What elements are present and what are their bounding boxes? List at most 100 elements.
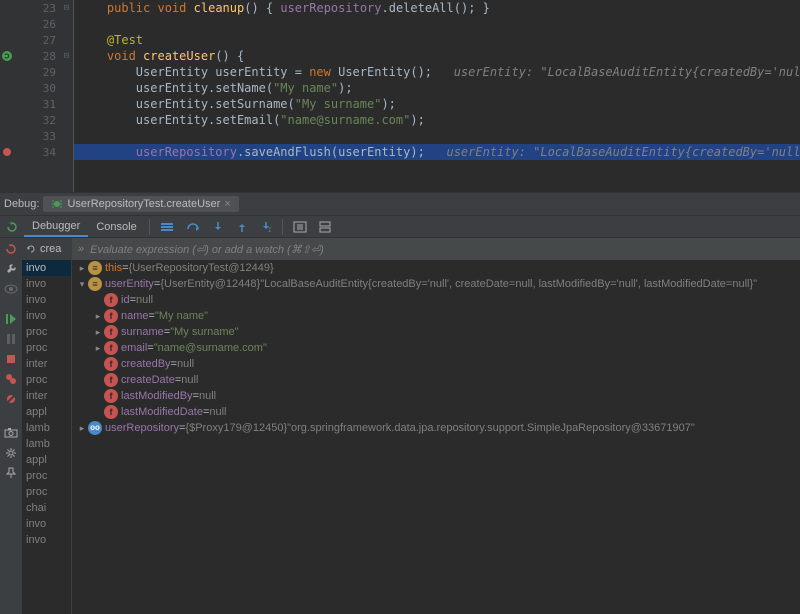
close-icon[interactable]: × (224, 198, 230, 210)
step-over-icon[interactable] (180, 219, 206, 235)
debug-label: Debug: (4, 198, 39, 210)
wrench-icon[interactable] (4, 262, 18, 276)
expand-arrow[interactable]: ▸ (92, 343, 104, 354)
expand-arrow[interactable]: ▸ (92, 311, 104, 322)
stack-frame[interactable]: invo (22, 276, 71, 292)
variable-row[interactable]: ▸oouserRepository = {$Proxy179@12450} "o… (72, 420, 800, 436)
gear-icon[interactable] (4, 446, 18, 460)
code-line[interactable]: public void cleanup() { userRepository.d… (74, 0, 800, 16)
code-line[interactable]: userRepository.saveAndFlush(userEntity);… (74, 144, 800, 160)
var-name: lastModifiedBy (121, 390, 193, 402)
pin-icon[interactable] (4, 466, 18, 480)
stack-frame[interactable]: proc (22, 372, 71, 388)
stack-frame[interactable]: proc (22, 324, 71, 340)
view-breakpoints-icon[interactable] (4, 372, 18, 386)
stack-frame[interactable]: invo (22, 308, 71, 324)
var-value: {UserEntity@12448} (160, 278, 260, 290)
variable-row[interactable]: fid = null (72, 292, 800, 308)
watch-input[interactable]: » Evaluate expression (⏎) or add a watch… (72, 238, 800, 260)
code-line[interactable]: userEntity.setName("My name"); (74, 80, 800, 96)
var-type-icon: f (104, 341, 118, 355)
code-line[interactable] (74, 128, 800, 144)
variable-row[interactable]: fcreateDate = null (72, 372, 800, 388)
separator (149, 219, 150, 235)
variable-row[interactable]: ▸fname = "My name" (72, 308, 800, 324)
variables-pane[interactable]: » Evaluate expression (⏎) or add a watch… (72, 238, 800, 614)
var-name: email (121, 342, 147, 354)
code-line[interactable]: @Test (74, 32, 800, 48)
rerun-icon[interactable] (0, 219, 24, 235)
gutter: 23262728293031323334 (0, 0, 60, 192)
var-type-icon: ≡ (88, 261, 102, 275)
pause-icon[interactable] (4, 332, 18, 346)
debug-session-tab[interactable]: UserRepositoryTest.createUser × (43, 196, 238, 212)
frames-pane[interactable]: crea invoinvoinvoinvoprocprocinterprocin… (22, 238, 72, 614)
rerun-failed-icon[interactable] (4, 242, 18, 256)
code-line[interactable]: UserEntity userEntity = new UserEntity()… (74, 64, 800, 80)
variable-row[interactable]: ▾≡userEntity = {UserEntity@12448} "Local… (72, 276, 800, 292)
var-type-icon: ≡ (88, 277, 102, 291)
var-value: null (199, 390, 216, 402)
variable-row[interactable]: fcreatedBy = null (72, 356, 800, 372)
variable-row[interactable]: ▸fsurname = "My surname" (72, 324, 800, 340)
restore-icon[interactable] (26, 244, 36, 254)
stack-frame[interactable]: inter (22, 356, 71, 372)
code-area[interactable]: public void cleanup() { userRepository.d… (74, 0, 800, 192)
bug-icon (51, 198, 63, 210)
stack-frame[interactable]: invo (22, 532, 71, 548)
stop-icon[interactable] (4, 352, 18, 366)
stack-frame[interactable]: appl (22, 452, 71, 468)
stack-frame[interactable]: lamb (22, 436, 71, 452)
stack-frame[interactable]: appl (22, 404, 71, 420)
resume-icon[interactable] (4, 312, 18, 326)
evaluate-icon[interactable] (287, 219, 313, 235)
var-name: createDate (121, 374, 175, 386)
var-name: this (105, 262, 122, 274)
code-line[interactable]: userEntity.setSurname("My surname"); (74, 96, 800, 112)
stack-frame[interactable]: proc (22, 484, 71, 500)
var-name: name (121, 310, 149, 322)
expand-arrow[interactable]: ▾ (76, 279, 88, 290)
code-line[interactable]: userEntity.setEmail("name@surname.com"); (74, 112, 800, 128)
code-editor[interactable]: 23262728293031323334 ⊟ ⊟ public void clea… (0, 0, 800, 192)
mute-breakpoints-icon[interactable] (4, 392, 18, 406)
camera-icon[interactable] (4, 426, 18, 440)
show-frames-icon[interactable] (154, 219, 180, 235)
var-name: surname (121, 326, 164, 338)
var-value: null (136, 294, 153, 306)
var-value: "My surname" (170, 326, 238, 338)
expand-arrow[interactable]: ▸ (76, 263, 88, 274)
expand-arrow[interactable]: ▸ (92, 327, 104, 338)
tab-debugger[interactable]: Debugger (24, 217, 88, 237)
code-line[interactable]: void createUser() { (74, 48, 800, 64)
stack-frame[interactable]: proc (22, 468, 71, 484)
var-name: createdBy (121, 358, 171, 370)
stack-frame[interactable]: invo (22, 260, 71, 276)
left-action-rail (0, 238, 22, 614)
more-icon[interactable] (313, 219, 337, 235)
frames-header[interactable]: crea (22, 238, 71, 260)
stack-frame[interactable]: proc (22, 340, 71, 356)
tab-console[interactable]: Console (88, 218, 144, 236)
fold-toggle[interactable]: ⊟ (64, 51, 69, 61)
stack-frame[interactable]: inter (22, 388, 71, 404)
expand-arrow[interactable]: ▸ (76, 423, 88, 434)
stack-frame[interactable]: invo (22, 292, 71, 308)
stack-frame[interactable]: chai (22, 500, 71, 516)
stack-frame[interactable]: invo (22, 516, 71, 532)
variable-row[interactable]: ▸femail = "name@surname.com" (72, 340, 800, 356)
var-type-icon: oo (88, 421, 102, 435)
step-into-icon[interactable] (206, 219, 230, 235)
stack-frame[interactable]: lamb (22, 420, 71, 436)
run-to-cursor-icon[interactable]: I (254, 219, 278, 235)
variable-row[interactable]: ▸≡this = {UserRepositoryTest@12449} (72, 260, 800, 276)
view-icon[interactable] (4, 282, 18, 296)
code-line[interactable] (74, 16, 800, 32)
var-name: lastModifiedDate (121, 406, 203, 418)
fold-toggle[interactable]: ⊟ (64, 3, 69, 13)
variable-row[interactable]: flastModifiedBy = null (72, 388, 800, 404)
debug-tab-title: UserRepositoryTest.createUser (67, 198, 220, 210)
step-out-icon[interactable] (230, 219, 254, 235)
variable-row[interactable]: flastModifiedDate = null (72, 404, 800, 420)
var-name: userRepository (105, 422, 179, 434)
